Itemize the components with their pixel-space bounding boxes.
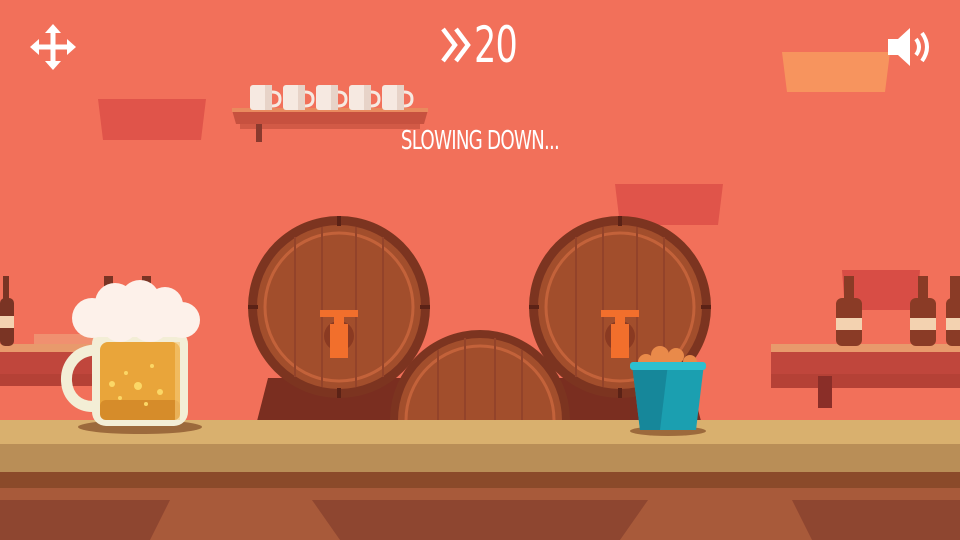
beer-foam	[72, 280, 200, 342]
move-arrows-icon	[30, 24, 76, 70]
bar-counter	[0, 420, 960, 540]
wine-bottle	[946, 276, 960, 346]
peanut-bucket	[630, 346, 706, 436]
game-stage[interactable]: 20 SLOWING DOWN...	[0, 0, 960, 540]
status-message: SLOWING DOWN...	[400, 126, 560, 156]
speaker-sound-on-icon	[888, 28, 929, 66]
speed-indicator: 20	[430, 10, 540, 80]
double-chevron-right-icon	[441, 27, 472, 63]
bar-scene	[0, 52, 960, 540]
shelf-mug	[250, 85, 282, 110]
shelf-mug	[283, 85, 315, 110]
beer-mug[interactable]	[61, 280, 202, 434]
shelf-mug	[316, 85, 348, 110]
wine-barrel	[248, 216, 430, 398]
wall-panel-light	[782, 52, 890, 92]
shelf-mug	[382, 85, 414, 110]
move-button[interactable]	[28, 22, 78, 72]
speed-value: 20	[474, 16, 518, 74]
wall-panel	[98, 99, 206, 140]
sound-toggle-button[interactable]	[884, 22, 940, 72]
wine-bottle	[0, 276, 14, 346]
shelf-mug	[349, 85, 381, 110]
